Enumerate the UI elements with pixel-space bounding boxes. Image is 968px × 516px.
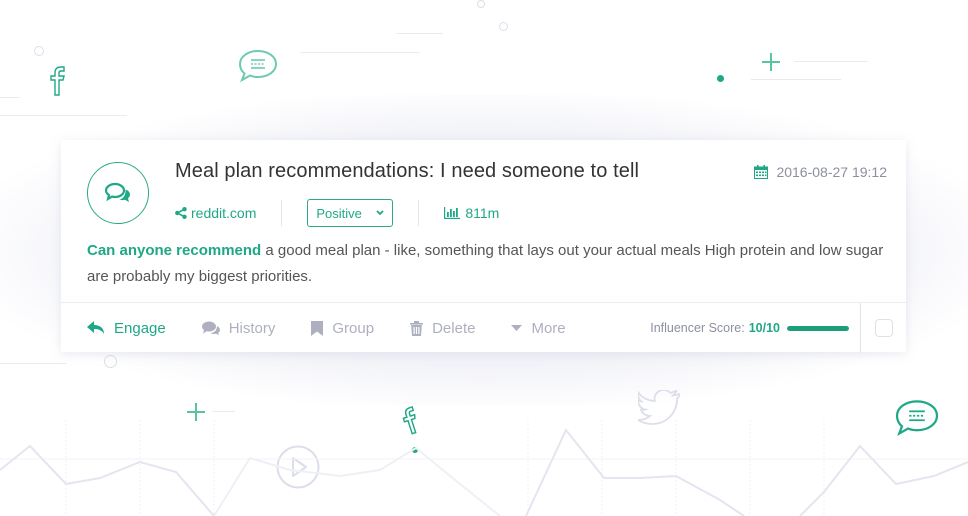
engage-button[interactable]: Engage <box>87 320 166 337</box>
decor-line <box>794 61 868 62</box>
source-link[interactable]: reddit.com <box>175 205 256 221</box>
select-checkbox[interactable] <box>874 319 893 337</box>
decor-line <box>0 363 66 364</box>
decor-line <box>300 52 420 53</box>
reach-stat: 811m <box>444 205 499 221</box>
bar-chart-icon <box>444 207 461 219</box>
calendar-icon <box>754 165 769 179</box>
group-button[interactable]: Group <box>311 320 374 337</box>
post-date: 2016-08-27 19:12 <box>754 164 887 180</box>
decor-line <box>396 33 443 34</box>
influencer-value: 10/10 <box>748 321 780 335</box>
influencer-score-fill <box>787 325 849 331</box>
decor-ring <box>34 46 44 56</box>
plus-icon <box>762 53 780 71</box>
source-avatar <box>87 162 149 224</box>
trash-icon <box>410 320 424 336</box>
decor-line <box>0 97 20 98</box>
decor-ring <box>477 0 485 8</box>
decor-ring <box>104 355 117 368</box>
group-label: Group <box>332 319 375 337</box>
comments-icon <box>201 321 220 335</box>
more-label: More <box>531 319 566 337</box>
action-bar: Engage History Group Delete More Influen… <box>61 302 906 353</box>
more-button[interactable]: More <box>511 319 566 337</box>
decor-dot <box>717 75 724 82</box>
source-text: reddit.com <box>191 205 257 221</box>
select-cell <box>860 303 906 353</box>
mention-card: Meal plan recommendations: I need someon… <box>61 140 906 353</box>
decor-line <box>212 411 235 412</box>
influencer-score: Influencer Score: 10/10 <box>650 303 849 353</box>
share-icon <box>175 207 187 219</box>
background-line-chart <box>0 420 968 516</box>
caret-down-icon <box>511 325 523 331</box>
body-highlight: Can anyone recommend <box>87 242 262 259</box>
decor-line <box>0 115 127 116</box>
delete-label: Delete <box>432 319 476 337</box>
divider <box>281 200 283 226</box>
comments-icon <box>105 182 130 202</box>
reach-value: 811m <box>465 205 500 221</box>
sentiment-select[interactable]: Positive <box>307 199 394 227</box>
history-label: History <box>228 319 276 337</box>
delete-button[interactable]: Delete <box>410 320 475 337</box>
chat-bubble-icon <box>238 49 278 83</box>
plus-icon <box>187 403 205 421</box>
influencer-score-bar <box>787 325 849 331</box>
divider <box>418 200 420 226</box>
bookmark-icon <box>311 320 324 336</box>
decor-ring <box>499 22 508 31</box>
influencer-label: Influencer Score: <box>650 321 745 335</box>
engage-label: Engage <box>114 319 166 337</box>
post-title[interactable]: Meal plan recommendations: I need someon… <box>175 160 639 183</box>
chevron-down-icon <box>376 210 384 216</box>
sentiment-value: Positive <box>316 205 362 221</box>
post-meta: reddit.com Positive 811m <box>175 198 499 228</box>
post-body: Can anyone recommend a good meal plan - … <box>87 238 887 290</box>
date-text: 2016-08-27 19:12 <box>776 164 887 180</box>
history-button[interactable]: History <box>201 319 276 337</box>
decor-line <box>751 79 841 80</box>
facebook-icon <box>50 66 65 96</box>
reply-icon <box>87 321 104 334</box>
